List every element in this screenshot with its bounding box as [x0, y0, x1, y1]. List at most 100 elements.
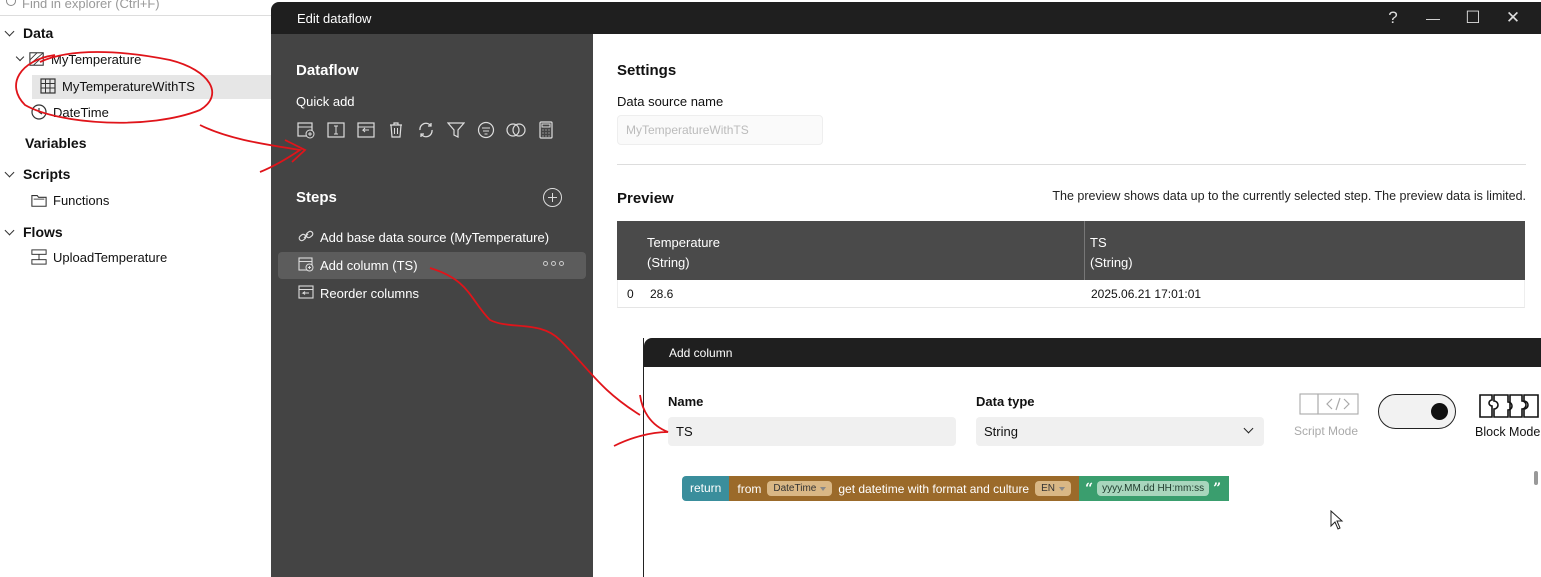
tree-section-flows-label: Flows: [23, 224, 63, 240]
tree-item-label: DateTime: [53, 104, 109, 120]
data-type-select[interactable]: String: [976, 417, 1264, 446]
name-label: Name: [668, 394, 704, 409]
dropdown-arrow-icon: [820, 486, 827, 491]
tree-item-label: Functions: [53, 192, 110, 208]
chevron-down-icon[interactable]: [4, 225, 15, 235]
step-label: Add base data source (MyTemperature): [320, 230, 550, 245]
minimize-button[interactable]: —: [1418, 6, 1448, 30]
block-text: from: [737, 481, 762, 496]
cell-temperature: 28.6: [650, 286, 674, 301]
add-step-icon[interactable]: [543, 188, 562, 207]
dialog-scrollbar[interactable]: [1534, 471, 1538, 485]
settings-heading: Settings: [617, 62, 677, 79]
block-mode-label: Block Mode: [1475, 425, 1541, 439]
tree-item-label: UploadTemperature: [53, 249, 168, 265]
block-return[interactable]: return: [682, 476, 730, 501]
data-type-label: Data type: [976, 394, 1035, 409]
column-type: (String): [1090, 255, 1133, 270]
help-button[interactable]: ?: [1378, 6, 1408, 30]
divider: [617, 164, 1526, 165]
tree-item-datetime[interactable]: DateTime: [31, 104, 109, 120]
step-label: Add column (TS): [320, 258, 418, 273]
data-type-value: String: [984, 424, 1018, 439]
data-source-name-input[interactable]: MyTemperatureWithTS: [617, 115, 823, 145]
mouse-cursor-icon: [1330, 510, 1344, 530]
explorer-search[interactable]: Find in explorer (Ctrl+F): [0, 0, 272, 16]
block-mode-icon[interactable]: [1478, 393, 1541, 419]
tree-item-functions[interactable]: Functions: [31, 192, 109, 208]
toggle-knob: [1431, 403, 1448, 420]
rename-column-icon[interactable]: [326, 120, 346, 140]
convert-icon[interactable]: [416, 120, 436, 140]
reorder-columns-icon[interactable]: [356, 120, 376, 140]
script-mode-label: Script Mode: [1294, 424, 1359, 438]
name-input[interactable]: TS: [668, 417, 956, 446]
maximize-button[interactable]: ☐: [1458, 6, 1488, 30]
column-header-temperature[interactable]: Temperature (String): [647, 221, 1085, 280]
tree-section-variables-label: Variables: [25, 135, 87, 151]
reorder-columns-icon: [298, 284, 314, 303]
preview-table: Temperature (String) TS (String) 0 28.6 …: [617, 221, 1525, 308]
column-name: Temperature: [647, 235, 720, 250]
close-button[interactable]: ✕: [1498, 6, 1528, 30]
search-icon: [6, 0, 16, 6]
folder-icon: [31, 192, 47, 208]
tree-item-label: MyTemperature: [51, 51, 142, 67]
dropdown-arrow-icon: [1059, 486, 1066, 491]
tree-section-data[interactable]: Data: [4, 25, 54, 41]
tree-section-scripts[interactable]: Scripts: [4, 166, 70, 182]
data-source-name-label: Data source name: [617, 94, 724, 109]
step-item[interactable]: Add base data source (MyTemperature): [278, 224, 586, 251]
tree-item-my-temperature-with-ts[interactable]: MyTemperatureWithTS: [40, 78, 195, 94]
chevron-down-icon[interactable]: [4, 26, 15, 36]
join-icon[interactable]: [506, 120, 526, 140]
table-header: Temperature (String) TS (String): [617, 221, 1525, 280]
tree-item-my-temperature[interactable]: MyTemperature: [15, 51, 142, 67]
quote-open: “: [1085, 480, 1094, 497]
more-options-icon[interactable]: [543, 261, 564, 266]
mode-toggle[interactable]: [1378, 394, 1456, 429]
table-icon: [40, 78, 56, 94]
calculator-icon[interactable]: [536, 120, 556, 140]
link-icon: [298, 229, 314, 246]
quick-add-label: Quick add: [296, 94, 355, 109]
quick-add-toolbar: [296, 120, 556, 140]
tree-section-data-label: Data: [23, 25, 54, 41]
chevron-down-icon: [1243, 423, 1254, 434]
filter-icon[interactable]: [446, 120, 466, 140]
block-get-datetime[interactable]: from DateTime get datetime with format a…: [729, 476, 1080, 501]
step-item[interactable]: Reorder columns: [278, 280, 586, 307]
block-source-dropdown[interactable]: DateTime: [767, 481, 833, 496]
column-header-ts[interactable]: TS (String): [1085, 221, 1525, 280]
step-item-active[interactable]: Add column (TS): [278, 252, 586, 279]
tree-item-upload-temperature[interactable]: UploadTemperature: [31, 249, 167, 265]
dialog-title: Add column: [644, 338, 1541, 367]
sort-icon[interactable]: [476, 120, 496, 140]
script-mode-icon[interactable]: [1299, 393, 1359, 415]
tree-section-flows[interactable]: Flows: [4, 224, 63, 240]
row-index: 0: [627, 286, 634, 301]
column-name: TS: [1090, 235, 1107, 250]
chevron-down-icon[interactable]: [15, 52, 25, 62]
window-title: Edit dataflow: [297, 11, 372, 26]
block-workspace: return from DateTime get datetime with f…: [682, 476, 1230, 501]
delete-icon[interactable]: [386, 120, 406, 140]
block-source-value: DateTime: [773, 483, 817, 494]
block-culture-value: EN: [1041, 483, 1056, 494]
tree-section-variables[interactable]: Variables: [25, 135, 87, 151]
add-column-icon[interactable]: [296, 120, 316, 140]
column-type: (String): [647, 255, 690, 270]
block-string[interactable]: “ yyyy.MM.dd HH:mm:ss ”: [1079, 476, 1230, 501]
block-format-value[interactable]: yyyy.MM.dd HH:mm:ss: [1097, 481, 1210, 496]
explorer-search-placeholder: Find in explorer (Ctrl+F): [22, 0, 160, 11]
block-culture-dropdown[interactable]: EN: [1035, 481, 1072, 496]
add-column-icon: [298, 256, 314, 275]
add-column-dialog: Add column Name TS Data type String Scri…: [643, 338, 1541, 577]
datasource-icon: [29, 51, 45, 67]
preview-note: The preview shows data up to the current…: [1052, 189, 1526, 203]
quote-close: ”: [1213, 480, 1222, 497]
chevron-down-icon[interactable]: [4, 167, 15, 177]
steps-heading: Steps: [296, 189, 337, 206]
block-text: get datetime with format and culture: [838, 481, 1030, 496]
table-row: 0 28.6 2025.06.21 17:01:01: [617, 280, 1525, 308]
